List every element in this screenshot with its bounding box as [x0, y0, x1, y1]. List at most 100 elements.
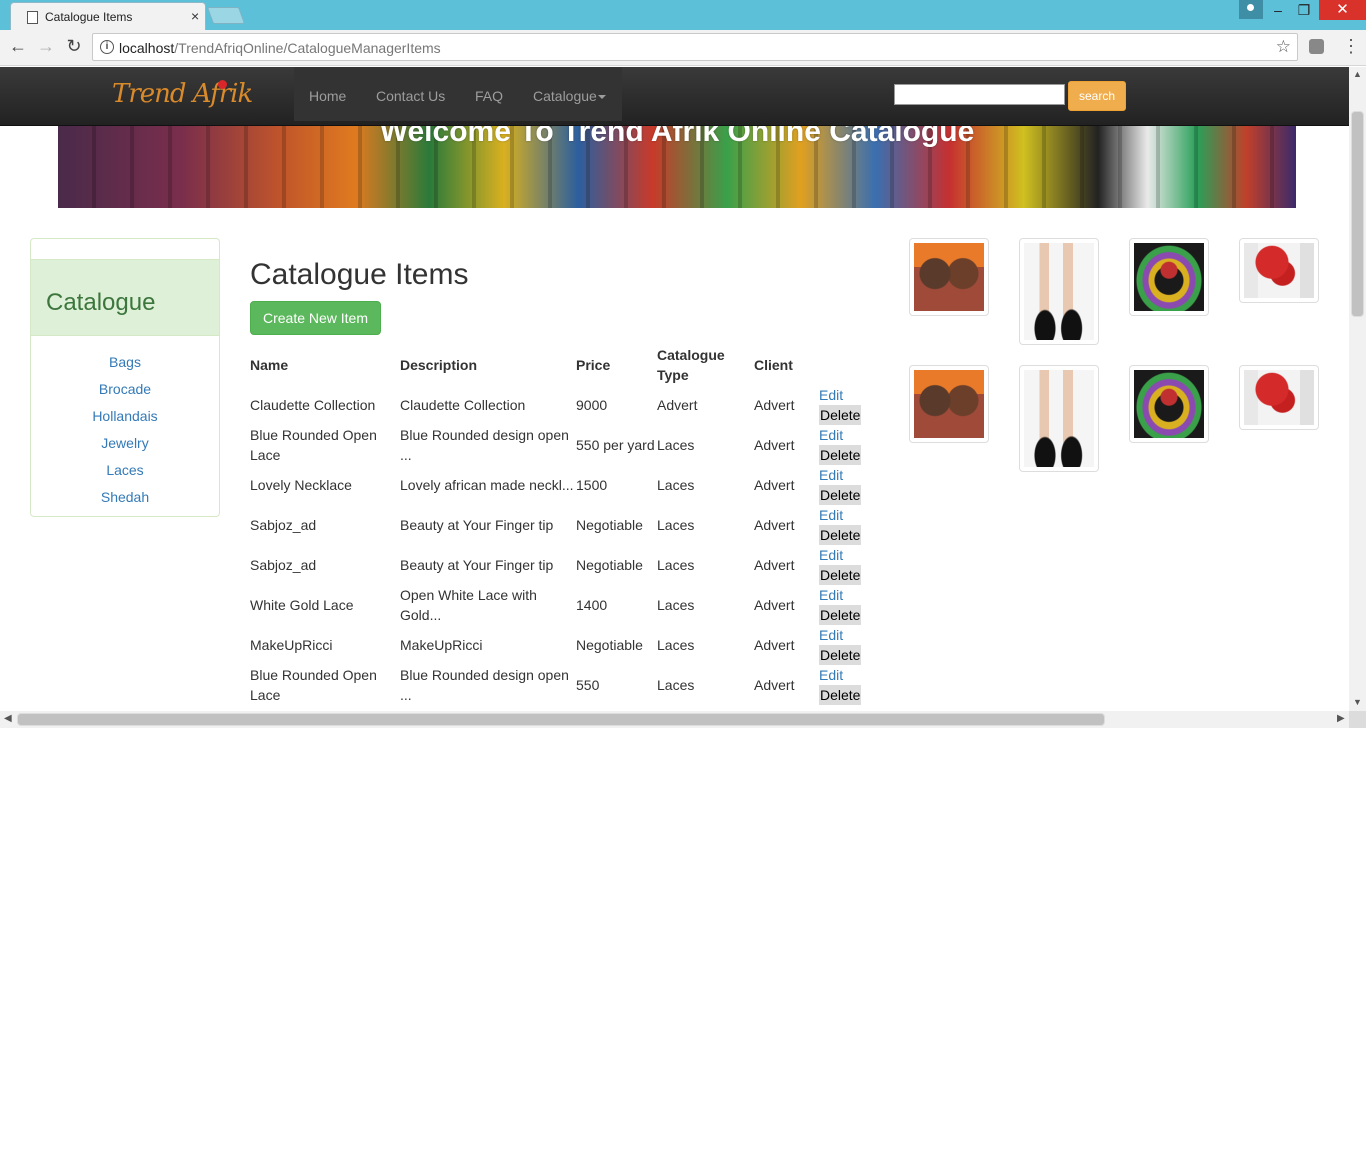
edit-link[interactable]: Edit: [819, 545, 843, 565]
heels-photo: [1024, 243, 1094, 340]
delete-button[interactable]: Delete: [819, 565, 862, 585]
delete-button[interactable]: Delete: [819, 645, 862, 665]
cell-catalogue-type: Advert: [657, 397, 698, 413]
delete-button[interactable]: Delete: [819, 525, 862, 545]
edit-link[interactable]: Edit: [819, 585, 843, 605]
cell-price: 550 per yard: [576, 437, 655, 453]
cell-description: Blue Rounded design open: [400, 667, 569, 683]
page-icon: [27, 11, 38, 24]
sidebar-item-shedah[interactable]: Shedah: [31, 489, 219, 505]
cell-description: Claudette Collection: [400, 397, 526, 413]
gallery-thumb[interactable]: [909, 238, 989, 316]
gallery-thumb[interactable]: [909, 365, 989, 443]
cell-name: Lace: [250, 687, 281, 703]
address-bar[interactable]: i localhost/TrendAfriqOnline/CatalogueMa…: [92, 33, 1298, 61]
browser-tab[interactable]: Catalogue Items ×: [10, 2, 206, 30]
edit-link[interactable]: Edit: [819, 665, 843, 685]
gallery-thumb[interactable]: [1129, 238, 1209, 316]
cell-catalogue-type: Laces: [657, 517, 695, 533]
delete-button[interactable]: Delete: [819, 405, 862, 425]
edit-link[interactable]: Edit: [819, 465, 843, 485]
nav-faq[interactable]: FAQ: [475, 88, 503, 104]
cell-price: 1400: [576, 597, 608, 613]
vertical-scroll-thumb[interactable]: [1351, 111, 1364, 317]
scroll-down-arrow-icon[interactable]: ▼: [1353, 697, 1362, 707]
sidebar-item-jewelry[interactable]: Jewelry: [31, 435, 219, 451]
browser-titlebar: Catalogue Items × – ❐ ✕: [0, 0, 1366, 30]
scroll-right-arrow-icon[interactable]: ▶: [1337, 713, 1345, 724]
restore-icon[interactable]: ❐: [1291, 2, 1317, 19]
scroll-up-arrow-icon[interactable]: ▲: [1353, 69, 1362, 79]
cell-description: Beauty at Your Finger tip: [400, 517, 554, 533]
nav-home[interactable]: Home: [309, 88, 346, 104]
new-tab-button[interactable]: [206, 7, 246, 24]
nav-catalogue-dropdown[interactable]: Catalogue: [533, 88, 606, 104]
cell-description: Gold...: [400, 607, 442, 623]
horizontal-scroll-thumb[interactable]: [17, 713, 1105, 726]
scroll-left-arrow-icon[interactable]: ◀: [4, 713, 12, 724]
window-close-icon[interactable]: ✕: [1319, 0, 1366, 20]
gallery-thumb[interactable]: [1239, 365, 1319, 430]
cell-name: Sabjoz_ad: [250, 557, 317, 573]
cell-price: 1500: [576, 477, 608, 493]
column-header-description: Description: [400, 357, 478, 373]
column-header-catalogue: Catalogue: [657, 347, 725, 363]
cell-price: Negotiable: [576, 517, 643, 533]
cell-name: Blue Rounded Open: [250, 667, 377, 683]
vertical-scrollbar[interactable]: ▲ ▼: [1349, 67, 1366, 711]
cell-catalogue-type: Laces: [657, 597, 695, 613]
bookmark-star-icon[interactable]: ☆: [1276, 37, 1291, 57]
cell-catalogue-type: Laces: [657, 477, 695, 493]
edit-link[interactable]: Edit: [819, 625, 843, 645]
user-profile-icon[interactable]: [1239, 0, 1263, 19]
gallery-thumb[interactable]: [1019, 365, 1099, 472]
sidebar-item-bags[interactable]: Bags: [31, 354, 219, 370]
delete-button[interactable]: Delete: [819, 445, 862, 465]
horizontal-scrollbar[interactable]: ◀ ▶: [0, 711, 1349, 728]
edit-link[interactable]: Edit: [819, 505, 843, 525]
reload-icon[interactable]: ↻: [62, 36, 86, 57]
delete-button[interactable]: Delete: [819, 485, 862, 505]
brand-logo[interactable]: Trend Afrik: [112, 79, 253, 109]
cell-price: 550: [576, 677, 600, 693]
necklace-photo: [1134, 243, 1204, 311]
cell-catalogue-type: Laces: [657, 677, 695, 693]
cell-price: Negotiable: [576, 557, 643, 573]
cell-catalogue-type: Laces: [657, 637, 695, 653]
catalogue-sidebar: Catalogue Bags Brocade Hollandais Jewelr…: [30, 238, 220, 517]
brand-logo-dot: [218, 80, 227, 89]
delete-button[interactable]: Delete: [819, 685, 862, 705]
browser-menu-icon[interactable]: ⋮: [1342, 36, 1360, 57]
minimize-icon[interactable]: –: [1265, 2, 1291, 18]
edit-link[interactable]: Edit: [819, 385, 843, 405]
search-input[interactable]: [894, 84, 1065, 105]
create-new-item-button[interactable]: Create New Item: [250, 301, 381, 335]
tab-title: Catalogue Items: [45, 10, 133, 24]
sidebar-item-laces[interactable]: Laces: [31, 462, 219, 478]
cell-client: Advert: [754, 557, 795, 573]
scrollbar-corner: [1349, 711, 1366, 728]
column-header-price: Price: [576, 357, 611, 373]
forward-icon[interactable]: →: [34, 36, 58, 57]
sidebar-heading: Catalogue: [31, 259, 219, 336]
gallery-thumb[interactable]: [1019, 238, 1099, 345]
extension-icon[interactable]: [1309, 39, 1324, 54]
sidebar-item-hollandais[interactable]: Hollandais: [31, 408, 219, 424]
gallery-thumb[interactable]: [1239, 238, 1319, 303]
women-photo: [914, 243, 984, 311]
info-icon[interactable]: i: [100, 40, 114, 54]
back-icon[interactable]: ←: [6, 36, 30, 57]
delete-button[interactable]: Delete: [819, 605, 862, 625]
edit-link[interactable]: Edit: [819, 425, 843, 445]
cell-name: Lace: [250, 447, 281, 463]
beads-photo: [1244, 243, 1314, 298]
url-text[interactable]: localhost/TrendAfriqOnline/CatalogueMana…: [119, 40, 441, 56]
cell-client: Advert: [754, 597, 795, 613]
nav-contact-us[interactable]: Contact Us: [376, 88, 445, 104]
sidebar-item-brocade[interactable]: Brocade: [31, 381, 219, 397]
search-button[interactable]: search: [1068, 81, 1126, 111]
tab-close-icon[interactable]: ×: [191, 8, 199, 24]
url-host: localhost: [119, 40, 175, 56]
gallery-thumb[interactable]: [1129, 365, 1209, 443]
beads-photo: [1244, 370, 1314, 425]
